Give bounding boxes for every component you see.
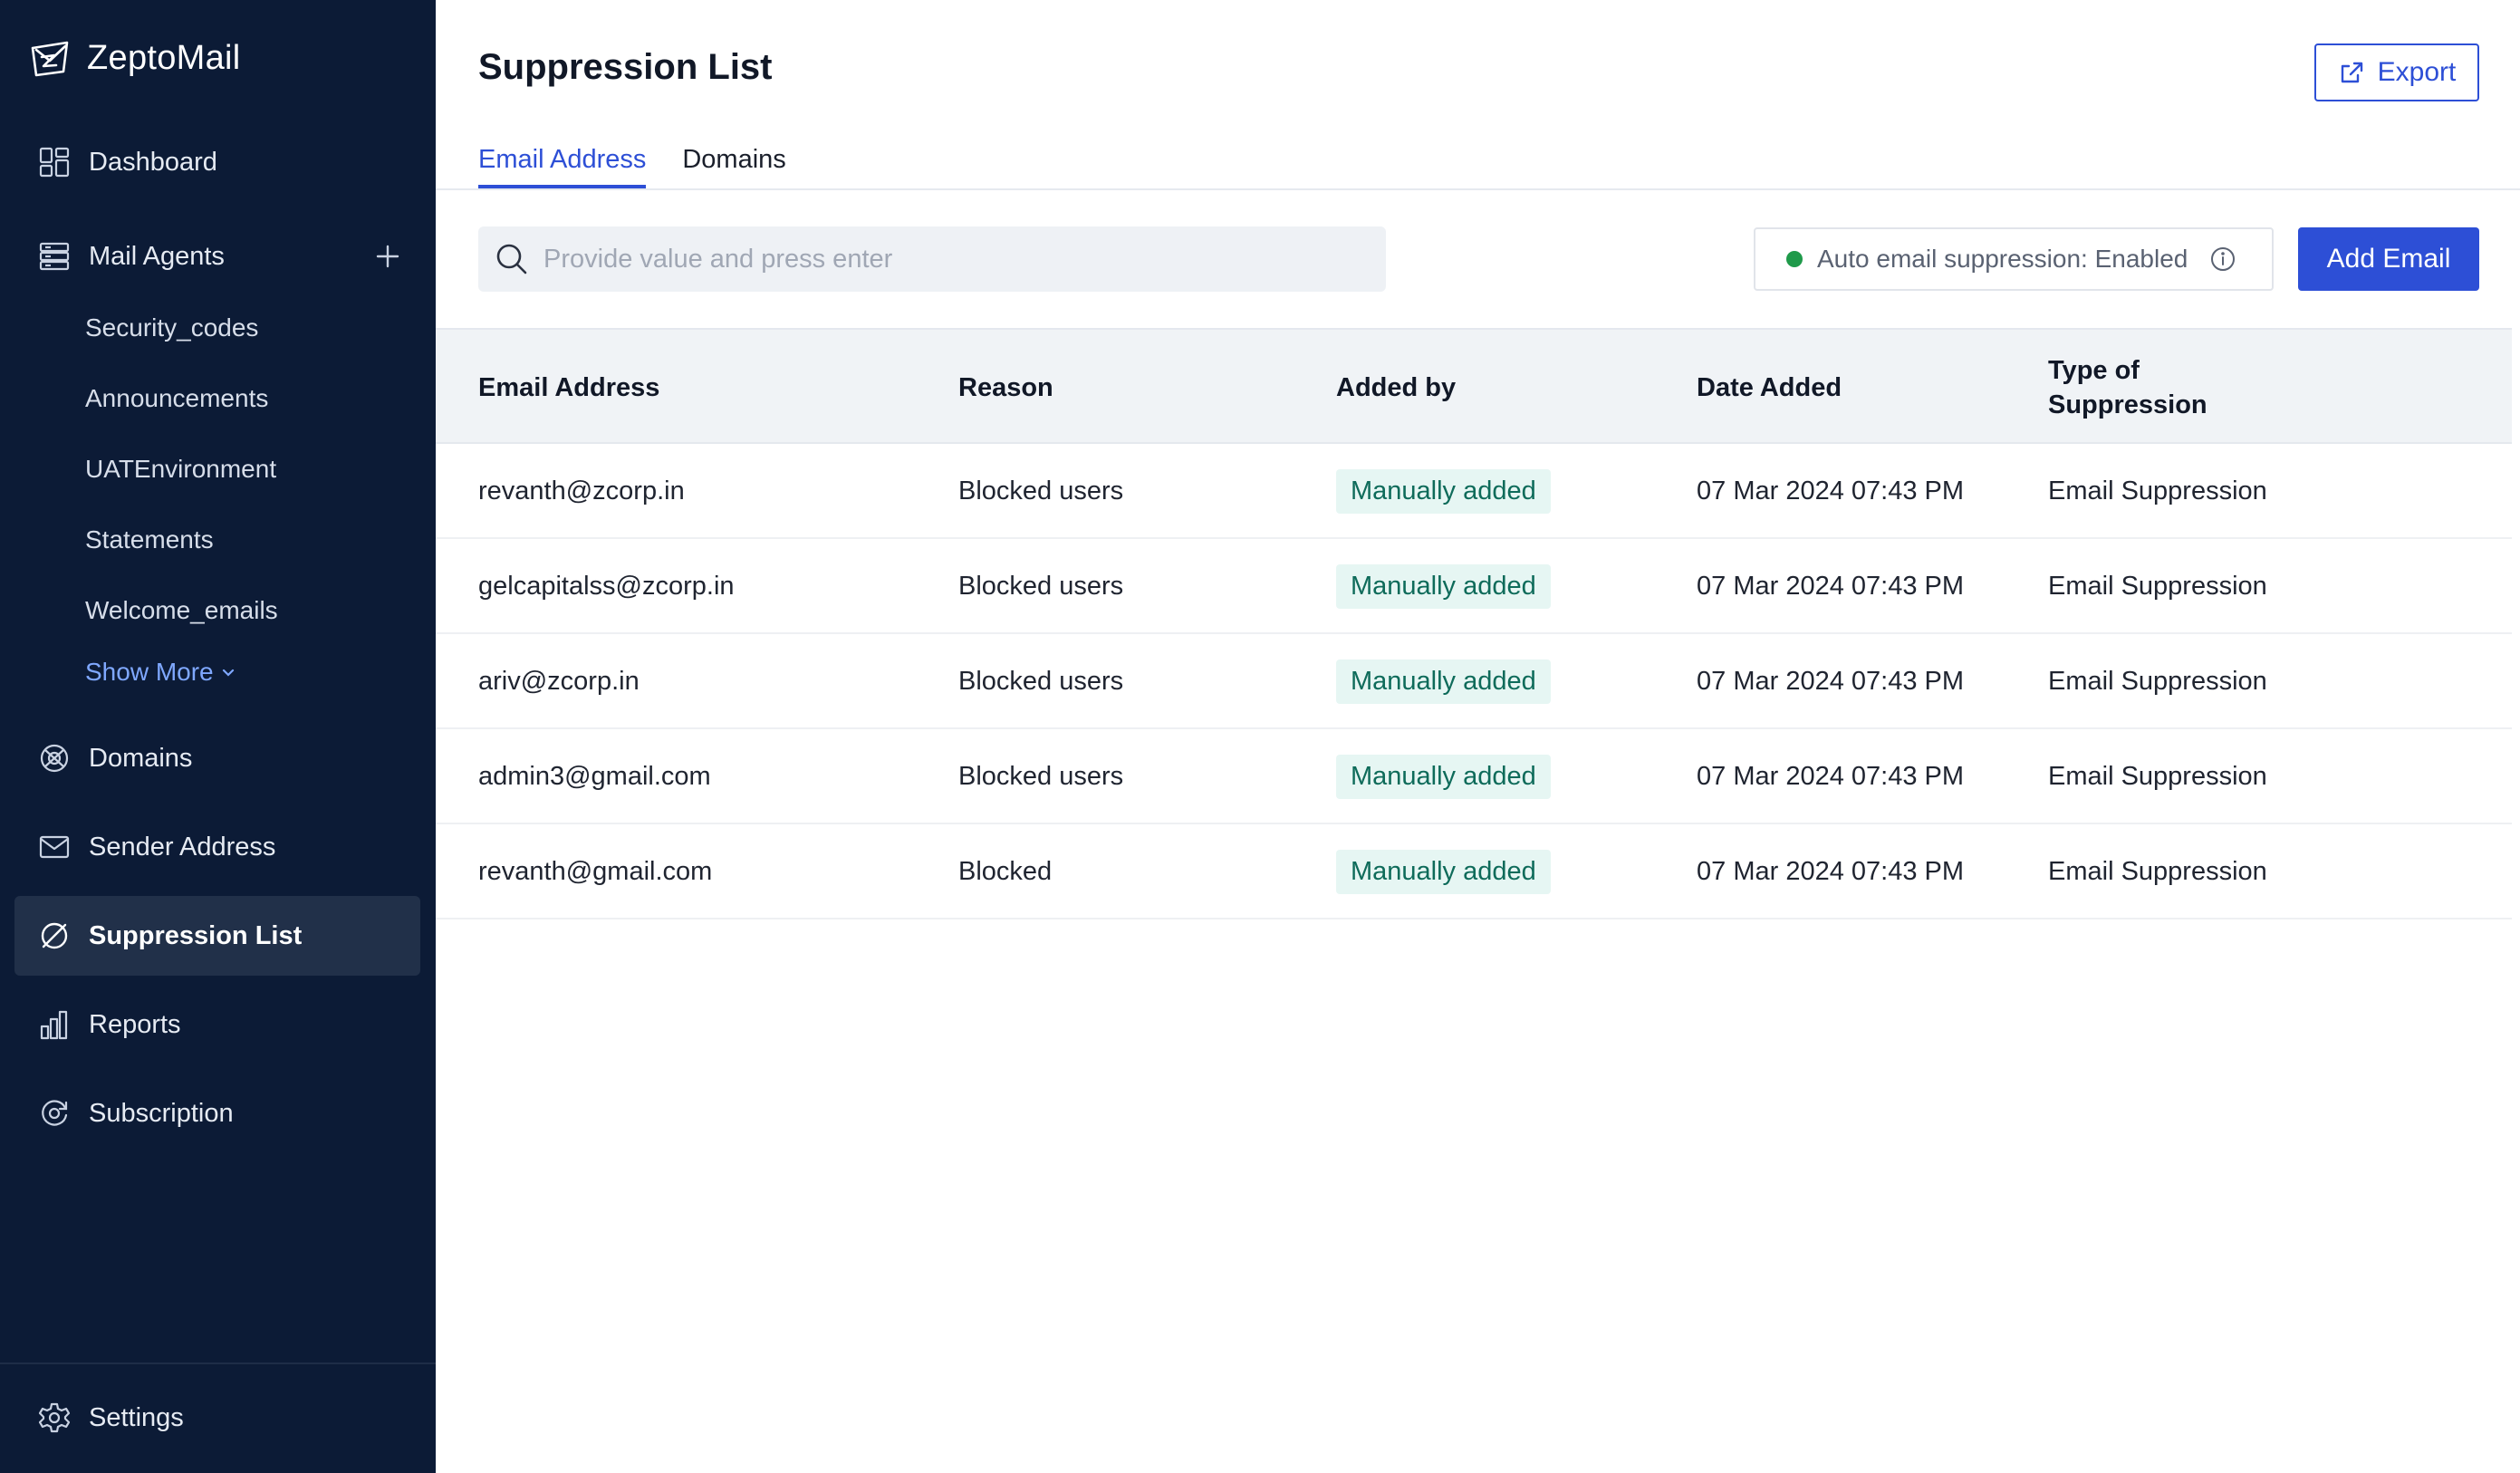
added-by-badge: Manually added xyxy=(1336,850,1551,894)
tabs-divider xyxy=(436,188,2520,190)
cell-type: Email Suppression xyxy=(2048,572,2267,601)
cell-reason: Blocked users xyxy=(958,667,1124,696)
sidebar-item-label: Subscription xyxy=(89,1098,234,1128)
cell-added-by: Manually added xyxy=(1336,444,1551,539)
sidebar-item-label: Mail Agents xyxy=(89,241,225,271)
sidebar-item-label: Reports xyxy=(89,1009,181,1039)
export-button[interactable]: Export xyxy=(2314,43,2479,101)
cell-email: admin3@gmail.com xyxy=(478,762,711,791)
status-dot xyxy=(1786,251,1803,267)
cell-type: Email Suppression xyxy=(2048,857,2267,886)
cell-date: 07 Mar 2024 07:43 PM xyxy=(1697,857,1965,886)
sidebar-item-settings[interactable]: Settings xyxy=(14,1378,420,1458)
column-header-type[interactable]: Type of Suppression xyxy=(2048,330,2229,446)
brand-logo[interactable]: ZeptoMail xyxy=(27,33,241,83)
show-more-link[interactable]: Show More xyxy=(85,654,237,690)
sidebar-item-label: Suppression List xyxy=(89,920,303,950)
table-row[interactable]: ariv@zcorp.in Blocked users Manually add… xyxy=(436,634,2512,729)
cell-added-by: Manually added xyxy=(1336,729,1551,824)
added-by-badge: Manually added xyxy=(1336,755,1551,799)
cell-added-by: Manually added xyxy=(1336,634,1551,729)
cell-reason: Blocked users xyxy=(958,477,1124,505)
search-box xyxy=(478,226,1386,292)
sidebar-item-subscription[interactable]: Subscription xyxy=(14,1073,420,1153)
added-by-badge: Manually added xyxy=(1336,469,1551,514)
main-content: Suppression List Export Email Address Do… xyxy=(436,0,2520,1473)
zeptomail-logo-icon xyxy=(31,41,69,77)
cell-date: 07 Mar 2024 07:43 PM xyxy=(1697,667,1965,696)
add-email-button[interactable]: Add Email xyxy=(2298,227,2479,291)
brand-name: ZeptoMail xyxy=(87,38,241,77)
column-header-date-added[interactable]: Date Added xyxy=(1697,330,1842,446)
cell-reason: Blocked users xyxy=(958,572,1124,601)
sidebar-item-label: Sender Address xyxy=(89,832,276,862)
dashboard-icon xyxy=(39,147,70,178)
cell-added-by: Manually added xyxy=(1336,824,1551,919)
agent-item-welcome-emails[interactable]: Welcome_emails xyxy=(85,592,278,629)
agent-item-announcements[interactable]: Announcements xyxy=(85,380,268,417)
cell-date: 07 Mar 2024 07:43 PM xyxy=(1697,477,1965,505)
added-by-badge: Manually added xyxy=(1336,659,1551,704)
table-row[interactable]: admin3@gmail.com Blocked users Manually … xyxy=(436,729,2512,824)
gear-icon xyxy=(38,1402,71,1433)
export-label: Export xyxy=(2377,57,2457,87)
auto-suppression-status: Auto email suppression: Enabled xyxy=(1754,227,2274,291)
agent-item-security-codes[interactable]: Security_codes xyxy=(85,310,258,346)
envelope-icon xyxy=(39,835,70,859)
sidebar-item-dashboard[interactable]: Dashboard xyxy=(14,122,420,202)
sidebar-item-sender-address[interactable]: Sender Address xyxy=(14,807,420,887)
cell-type: Email Suppression xyxy=(2048,667,2267,696)
cell-date: 07 Mar 2024 07:43 PM xyxy=(1697,572,1965,601)
chevron-down-icon xyxy=(222,669,234,677)
tab-domains[interactable]: Domains xyxy=(682,136,785,188)
plus-icon xyxy=(376,245,399,268)
table-row[interactable]: revanth@zcorp.in Blocked users Manually … xyxy=(436,444,2512,539)
cell-reason: Blocked users xyxy=(958,762,1124,791)
table-row[interactable]: gelcapitalss@zcorp.in Blocked users Manu… xyxy=(436,539,2512,634)
tabs: Email Address Domains xyxy=(478,136,786,188)
table-row[interactable]: revanth@gmail.com Blocked Manually added… xyxy=(436,824,2512,919)
sidebar-item-reports[interactable]: Reports xyxy=(14,985,420,1064)
added-by-badge: Manually added xyxy=(1336,564,1551,609)
suppression-table: Email Address Reason Added by Date Added… xyxy=(436,328,2512,919)
export-icon xyxy=(2341,62,2362,83)
sidebar-item-label: Domains xyxy=(89,743,193,773)
column-header-added-by[interactable]: Added by xyxy=(1336,330,1456,446)
agent-item-statements[interactable]: Statements xyxy=(85,522,214,558)
sidebar-item-mail-agents[interactable]: Mail Agents xyxy=(14,217,420,296)
add-agent-button[interactable] xyxy=(370,238,406,274)
cell-reason: Blocked xyxy=(958,857,1053,886)
search-input[interactable] xyxy=(543,244,1359,274)
sidebar-divider xyxy=(0,1362,436,1364)
cell-type: Email Suppression xyxy=(2048,762,2267,791)
suppression-icon xyxy=(41,922,68,949)
mail-agents-icon xyxy=(39,242,70,271)
cell-email: revanth@gmail.com xyxy=(478,857,713,886)
cell-type: Email Suppression xyxy=(2048,477,2267,505)
cell-email: revanth@zcorp.in xyxy=(478,477,685,505)
search-icon xyxy=(496,244,527,274)
auto-suppression-label: Auto email suppression: Enabled xyxy=(1817,245,2188,273)
info-icon[interactable] xyxy=(2209,246,2236,273)
sidebar-item-suppression-list[interactable]: Suppression List xyxy=(14,896,420,976)
column-header-email[interactable]: Email Address xyxy=(478,330,659,446)
subscription-icon xyxy=(42,1100,68,1126)
cell-added-by: Manually added xyxy=(1336,539,1551,634)
tab-email-address[interactable]: Email Address xyxy=(478,136,647,188)
cell-email: ariv@zcorp.in xyxy=(478,667,640,696)
table-header: Email Address Reason Added by Date Added… xyxy=(436,328,2512,444)
agent-item-uatenvironment[interactable]: UATEnvironment xyxy=(85,451,276,487)
show-more-label: Show More xyxy=(85,658,214,686)
domains-icon xyxy=(40,744,69,773)
sidebar: ZeptoMail Dashboard Mail Agents Security… xyxy=(0,0,436,1473)
page-title: Suppression List xyxy=(478,47,773,87)
column-header-reason[interactable]: Reason xyxy=(958,330,1053,446)
reports-icon xyxy=(40,1010,68,1040)
sidebar-item-label: Dashboard xyxy=(89,147,217,177)
cell-date: 07 Mar 2024 07:43 PM xyxy=(1697,762,1965,791)
cell-email: gelcapitalss@zcorp.in xyxy=(478,572,735,601)
sidebar-item-label: Settings xyxy=(89,1402,184,1432)
sidebar-item-domains[interactable]: Domains xyxy=(14,718,420,798)
